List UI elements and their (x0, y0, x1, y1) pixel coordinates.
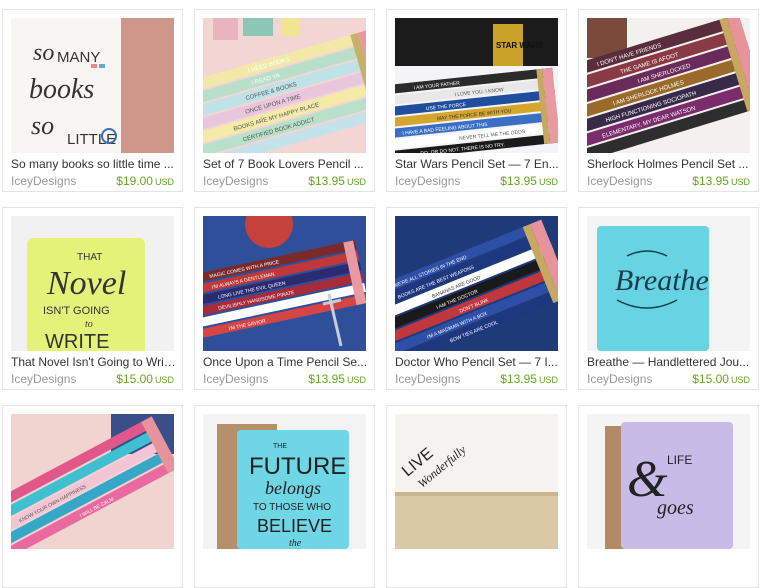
currency: USD (538, 375, 558, 385)
thumb-text: ISN'T GOING (43, 305, 110, 317)
thumb-text: books (29, 74, 94, 105)
listing-thumbnail[interactable]: I NEED BOOKS I READ YA COFFEE & BOOKS ON… (203, 18, 366, 153)
thumb-text: Novel (46, 265, 126, 302)
listing-title[interactable]: Once Upon a Time Pencil Se... (203, 355, 369, 369)
listing-thumbnail[interactable]: Breathe (587, 216, 750, 351)
listing-card[interactable]: Breathe Breathe — Handlettered Jou... Ic… (578, 207, 759, 390)
shop-name[interactable]: IceyDesigns (395, 372, 460, 386)
listing-card[interactable]: THAT Novel ISN'T GOING to WRITE That Nov… (2, 207, 183, 390)
listing-card[interactable]: KNOW YOUR OWN HAPPINESS I WILL BE CALM (2, 405, 183, 588)
thumb-text: to (85, 319, 93, 330)
currency: USD (538, 177, 558, 187)
listing-title[interactable]: That Novel Isn't Going to Writ... (11, 355, 177, 369)
listing-price: $13.95 USD (308, 174, 366, 188)
currency: USD (346, 375, 366, 385)
listing-title[interactable]: Set of 7 Book Lovers Pencil ... (203, 157, 369, 171)
currency: USD (154, 375, 174, 385)
shop-name[interactable]: IceyDesigns (11, 174, 76, 188)
listing-price: $13.95 USD (500, 372, 558, 386)
listing-thumbnail[interactable]: WE'RE ALL STORIES IN THE END BOOKS ARE T… (395, 216, 558, 351)
thumb-text: STAR WARS (496, 41, 544, 50)
thumb-text: THAT (77, 252, 102, 263)
listing-card[interactable]: so MANY books so LITTLE So many books so… (2, 9, 183, 192)
shop-name[interactable]: IceyDesigns (11, 372, 76, 386)
price-value: $13.95 (308, 174, 345, 188)
listing-card[interactable]: I DON'T HAVE FRIENDS THE GAME IS AFOOT I… (578, 9, 759, 192)
thumb-text: so (33, 40, 54, 66)
price-value: $13.95 (500, 174, 537, 188)
listing-thumbnail[interactable]: MAGIC COMES WITH A PRICE I'M ALWAYS A GE… (203, 216, 366, 351)
thumb-text: LIFE (667, 453, 692, 467)
price-value: $13.95 (500, 372, 537, 386)
thumb-text: the (289, 538, 302, 549)
price-value: $19.00 (116, 174, 153, 188)
listing-price: $13.95 USD (500, 174, 558, 188)
listing-card[interactable]: THE FUTURE belongs TO THOSE WHO BELIEVE … (194, 405, 375, 588)
thumb-text: THE (273, 443, 287, 450)
listing-price: $13.95 USD (308, 372, 366, 386)
listing-thumbnail[interactable]: THE FUTURE belongs TO THOSE WHO BELIEVE … (203, 414, 366, 549)
thumb-text: LITTLE (67, 131, 116, 148)
shop-name[interactable]: IceyDesigns (587, 174, 652, 188)
listing-card[interactable]: STAR WARS I AM YOUR FATHER I LOVE YOU. I… (386, 9, 567, 192)
price-value: $15.00 (692, 372, 729, 386)
listing-card[interactable]: & LIFE goes (578, 405, 759, 588)
shop-name[interactable]: IceyDesigns (395, 174, 460, 188)
listing-thumbnail[interactable]: & LIFE goes (587, 414, 750, 549)
thumb-text: BELIEVE (257, 516, 332, 536)
listing-title[interactable]: So many books so little time ... (11, 157, 177, 171)
listing-thumbnail[interactable]: I DON'T HAVE FRIENDS THE GAME IS AFOOT I… (587, 18, 750, 153)
listing-title[interactable]: Sherlock Holmes Pencil Set ... (587, 157, 753, 171)
listing-title[interactable]: Star Wars Pencil Set — 7 En... (395, 157, 561, 171)
listing-card[interactable]: WE'RE ALL STORIES IN THE END BOOKS ARE T… (386, 207, 567, 390)
listing-thumbnail[interactable]: STAR WARS I AM YOUR FATHER I LOVE YOU. I… (395, 18, 558, 153)
currency: USD (346, 177, 366, 187)
currency: USD (154, 177, 174, 187)
listing-price: $15.00 USD (116, 372, 174, 386)
listing-card[interactable]: MAGIC COMES WITH A PRICE I'M ALWAYS A GE… (194, 207, 375, 390)
listing-thumbnail[interactable]: KNOW YOUR OWN HAPPINESS I WILL BE CALM (11, 414, 174, 549)
listing-thumbnail[interactable]: so MANY books so LITTLE (11, 18, 174, 153)
listing-card[interactable]: LIVE Wonderfully (386, 405, 567, 588)
listing-thumbnail[interactable]: THAT Novel ISN'T GOING to WRITE (11, 216, 174, 351)
currency: USD (730, 375, 750, 385)
thumb-text: WRITE (45, 331, 109, 351)
listing-price: $19.00 USD (116, 174, 174, 188)
shop-name[interactable]: IceyDesigns (203, 372, 268, 386)
price-value: $15.00 (116, 372, 153, 386)
price-value: $13.95 (692, 174, 729, 188)
shop-name[interactable]: IceyDesigns (587, 372, 652, 386)
thumb-text: TO THOSE WHO (253, 502, 331, 513)
thumb-text: belongs (265, 478, 321, 498)
shop-name[interactable]: IceyDesigns (203, 174, 268, 188)
listing-card[interactable]: I NEED BOOKS I READ YA COFFEE & BOOKS ON… (194, 9, 375, 192)
thumb-text: Breathe (615, 264, 709, 297)
thumb-text: FUTURE (249, 453, 346, 480)
currency: USD (730, 177, 750, 187)
thumb-text: goes (657, 497, 694, 519)
listing-title[interactable]: Doctor Who Pencil Set — 7 I... (395, 355, 561, 369)
listing-thumbnail[interactable]: LIVE Wonderfully (395, 414, 558, 549)
listing-price: $15.00 USD (692, 372, 750, 386)
listing-price: $13.95 USD (692, 174, 750, 188)
thumb-text: MANY (57, 49, 100, 66)
price-value: $13.95 (308, 372, 345, 386)
listing-title[interactable]: Breathe — Handlettered Jou... (587, 355, 753, 369)
thumb-text: so (31, 111, 54, 140)
